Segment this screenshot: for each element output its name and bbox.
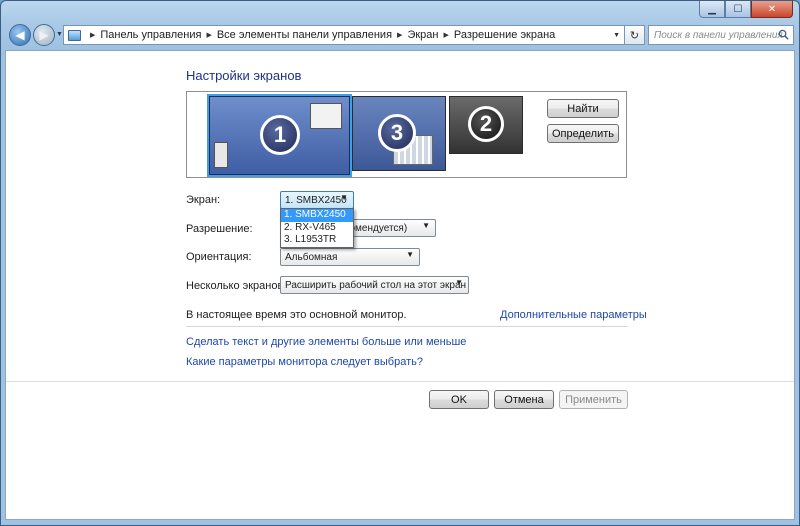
breadcrumb-separator-icon[interactable]: ▶ (397, 31, 402, 39)
chevron-down-icon: ▼ (422, 221, 430, 230)
back-arrow-icon: ◀ (15, 28, 25, 42)
chevron-down-icon: ▼ (340, 193, 348, 202)
chevron-down-icon: ▼ (406, 250, 414, 259)
screen-label: Экран: (186, 194, 221, 206)
monitor-number-badge: 2 (468, 106, 504, 142)
identify-button[interactable]: Определить (547, 124, 619, 143)
orientation-select[interactable]: Альбомная ▼ (280, 248, 420, 266)
advanced-settings-link[interactable]: Дополнительные параметры (500, 309, 647, 321)
caption-buttons: ▁ ☐ ✕ (699, 1, 793, 18)
refresh-icon: ↻ (629, 29, 640, 42)
breadcrumb-all-items[interactable]: Все элементы панели управления (217, 29, 392, 41)
multiple-displays-label: Несколько экранов: (186, 280, 287, 292)
chevron-down-icon: ▼ (455, 278, 463, 287)
ok-button[interactable]: OK (429, 390, 489, 409)
forward-button[interactable]: ▶ (33, 24, 55, 46)
address-dropdown-icon[interactable]: ▼ (613, 32, 620, 39)
recent-pages-icon[interactable]: ▼ (56, 31, 63, 38)
page-title: Настройки экранов (186, 68, 302, 83)
text-size-link[interactable]: Сделать текст и другие элементы больше и… (186, 336, 466, 348)
forward-arrow-icon: ▶ (39, 28, 49, 42)
navigation-bar: ◀ ▶ ▼ ▶ Панель управления ▶ Все элементы… (5, 23, 795, 49)
find-button[interactable]: Найти (547, 99, 619, 118)
address-bar[interactable]: ▶ Панель управления ▶ Все элементы панел… (63, 25, 625, 45)
orientation-select-value: Альбомная (285, 251, 338, 263)
monitor-1-preview[interactable]: 1 (207, 94, 352, 177)
desktop-window-icon (214, 142, 228, 168)
back-button[interactable]: ◀ (9, 24, 31, 46)
maximize-button[interactable]: ☐ (725, 1, 751, 18)
close-button[interactable]: ✕ (751, 1, 793, 18)
resolution-select-value: комендуется) (345, 222, 408, 234)
monitor-arrangement: 1 3 2 Найти Определить (186, 91, 627, 178)
cancel-button[interactable]: Отмена (494, 390, 554, 409)
screen-option[interactable]: 3. L1953TR (281, 234, 353, 247)
breadcrumb-screen-resolution[interactable]: Разрешение экрана (454, 29, 555, 41)
monitor-3-preview[interactable]: 3 (352, 96, 446, 171)
screen-option[interactable]: 1. SMBX2450 (281, 209, 353, 222)
breadcrumb-display[interactable]: Экран (407, 29, 438, 41)
divider (186, 326, 628, 327)
monitor-settings-help-link[interactable]: Какие параметры монитора следует выбрать… (186, 356, 423, 368)
content-area: Настройки экранов 1 3 2 Найти Определить… (5, 50, 795, 520)
breadcrumb-separator-icon[interactable]: ▶ (206, 31, 211, 39)
minimize-button[interactable]: ▁ (699, 1, 725, 18)
apply-button[interactable]: Применить (559, 390, 628, 409)
multiple-displays-select[interactable]: Расширить рабочий стол на этот экран ▼ (280, 276, 469, 294)
monitor-number-badge: 1 (260, 115, 300, 155)
primary-monitor-status: В настоящее время это основной монитор. (186, 309, 407, 321)
breadcrumb-control-panel[interactable]: Панель управления (100, 29, 201, 41)
screen-dropdown-list: 1. SMBX2450 2. RX-V465 3. L1953TR (280, 208, 354, 248)
monitor-number-badge: 3 (378, 114, 416, 152)
desktop-window-icon (310, 103, 342, 129)
search-input[interactable]: Поиск в панели управления (654, 30, 783, 41)
breadcrumb-separator-icon[interactable]: ▶ (443, 31, 448, 39)
multiple-displays-select-value: Расширить рабочий стол на этот экран (285, 279, 467, 291)
control-panel-window: ▁ ☐ ✕ ◀ ▶ ▼ ▶ Панель управления ▶ Все эл… (0, 0, 800, 526)
footer-divider (6, 381, 794, 382)
screen-select-value: 1. SMBX2450 (285, 194, 347, 206)
control-panel-icon (68, 29, 81, 41)
refresh-button[interactable]: ↻ (625, 25, 645, 45)
breadcrumb-separator-icon[interactable]: ▶ (90, 31, 95, 39)
screen-select[interactable]: 1. SMBX2450 ▼ (280, 191, 354, 209)
orientation-label: Ориентация: (186, 251, 252, 263)
screen-option[interactable]: 2. RX-V465 (281, 222, 353, 235)
resolution-label: Разрешение: (186, 223, 253, 235)
search-icon[interactable] (778, 29, 789, 40)
search-box[interactable]: Поиск в панели управления (648, 25, 794, 45)
monitor-2-preview[interactable]: 2 (449, 96, 523, 154)
